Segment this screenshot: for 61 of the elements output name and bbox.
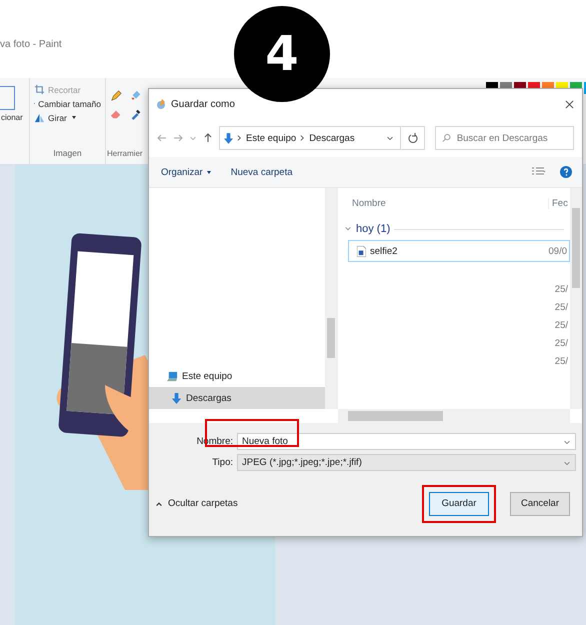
dialog-title: Guardar como	[171, 98, 235, 110]
group-heading: hoy (1)	[356, 223, 390, 235]
chevron-down-icon[interactable]	[386, 134, 394, 142]
chevron-right-icon	[237, 134, 242, 142]
ribbon-button[interactable]: Girar	[34, 112, 101, 123]
ribbon-button[interactable]: Cambiar tamaño	[34, 98, 101, 109]
group-label: Herramier	[107, 149, 142, 158]
scrollbar[interactable]	[338, 409, 570, 423]
chevron-up-icon	[155, 500, 163, 508]
breadcrumb[interactable]: Descargas	[309, 132, 355, 144]
field-label: Tipo:	[211, 457, 233, 468]
chevron-down-icon[interactable]	[344, 225, 352, 233]
forward-arrow-icon[interactable]	[173, 133, 183, 143]
search-icon	[442, 133, 451, 143]
select-label[interactable]: cionar	[1, 113, 29, 122]
nav-item[interactable]: Descargas	[149, 387, 325, 409]
file-row[interactable]: selfie2 09/0	[348, 240, 570, 262]
organize-button[interactable]: Organizar	[161, 166, 211, 178]
date-cell: 25/	[554, 338, 568, 349]
address-bar[interactable]: Este equipo Descargas	[219, 126, 401, 150]
file-name-field[interactable]: Nueva foto	[237, 433, 576, 450]
window-title: va foto - Paint	[0, 39, 62, 50]
help-icon[interactable]	[560, 166, 572, 178]
dropper-icon[interactable]	[130, 108, 142, 120]
cancel-button[interactable]: Cancelar	[510, 492, 570, 516]
computer-icon	[167, 370, 178, 382]
date-cell: 25/	[554, 284, 568, 295]
refresh-button[interactable]	[401, 126, 425, 150]
scrollbar[interactable]	[570, 188, 582, 409]
caret-icon	[206, 170, 211, 174]
scrollbar[interactable]	[325, 188, 337, 409]
new-folder-button[interactable]: Nueva carpeta	[230, 166, 293, 178]
hide-folders-button[interactable]: Ocultar carpetas	[155, 498, 238, 509]
up-arrow-icon[interactable]	[203, 133, 213, 143]
nav-item[interactable]: Este equipo	[149, 365, 325, 387]
caret-icon	[72, 116, 76, 119]
search-field[interactable]: Buscar en Descargas	[435, 126, 574, 150]
select-icon[interactable]	[0, 86, 15, 110]
date-cell: 25/	[554, 320, 568, 331]
step-badge: 4	[234, 6, 330, 102]
chevron-right-icon	[300, 134, 306, 142]
rotate-icon	[34, 112, 45, 123]
eraser-icon[interactable]	[110, 108, 122, 120]
download-icon	[171, 392, 182, 404]
file-type-dropdown[interactable]: JPEG (*.jpg;*.jpeg;*.jpe;*.jfif)	[237, 454, 576, 471]
image-file-icon	[357, 246, 366, 256]
date-cell: 25/	[554, 302, 568, 313]
breadcrumb[interactable]: Este equipo	[246, 132, 296, 144]
fill-icon[interactable]	[130, 90, 142, 102]
save-button[interactable]: Guardar	[429, 492, 489, 516]
column-header[interactable]: Nombre	[344, 198, 548, 208]
back-arrow-icon[interactable]	[157, 133, 167, 143]
date-cell: 25/	[554, 356, 568, 367]
group-label: Imagen	[52, 148, 83, 158]
pencil-icon[interactable]	[110, 90, 122, 102]
view-options-icon[interactable]	[532, 167, 546, 177]
download-icon	[224, 132, 233, 144]
close-icon[interactable]	[565, 100, 574, 108]
crop-icon	[34, 84, 45, 95]
refresh-icon	[408, 133, 418, 143]
paint-icon	[155, 98, 167, 110]
